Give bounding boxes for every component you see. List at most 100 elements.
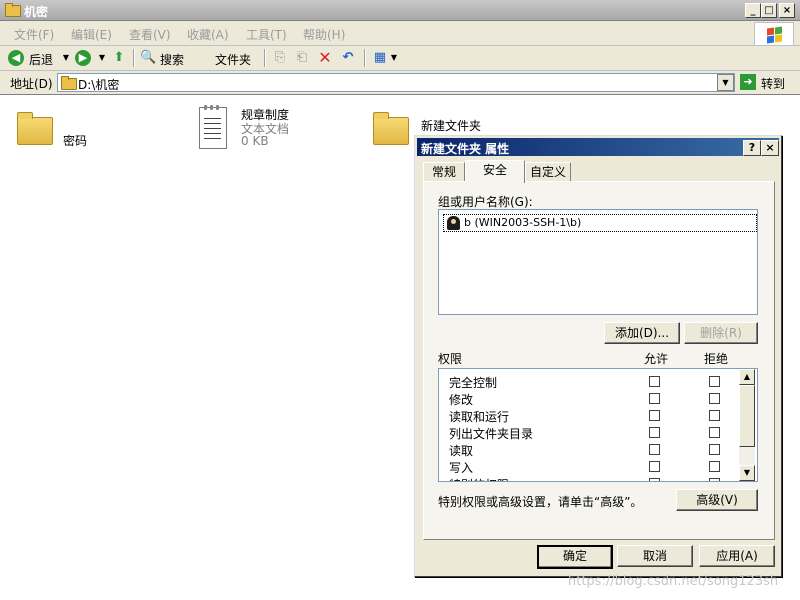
allow-checkbox[interactable]	[649, 427, 660, 438]
permission-row: 读取	[439, 441, 739, 458]
deny-checkbox[interactable]	[709, 444, 720, 455]
deny-checkbox[interactable]	[709, 461, 720, 472]
file-size: 0 KB	[241, 134, 269, 148]
permission-label: 读取和运行	[449, 410, 510, 424]
address-value: D:\机密	[78, 78, 120, 92]
allow-checkbox[interactable]	[649, 410, 660, 421]
menu-edit[interactable]: 编辑(E)	[71, 26, 112, 43]
scroll-up-icon[interactable]: ▲	[739, 369, 755, 385]
delete-icon[interactable]: ✕	[317, 50, 333, 66]
maximize-button[interactable]: □	[761, 3, 777, 18]
menu-help[interactable]: 帮助(H)	[303, 26, 345, 43]
remove-button[interactable]: 删除(R)	[684, 322, 758, 344]
permission-row: 读取和运行	[439, 407, 739, 424]
search-button-label[interactable]: 搜索	[160, 51, 184, 68]
back-arrow-icon[interactable]: ◀	[8, 50, 24, 66]
allow-checkbox[interactable]	[649, 393, 660, 404]
address-label: 地址(D)	[10, 77, 53, 91]
deny-checkbox[interactable]	[709, 376, 720, 387]
deny-checkbox[interactable]	[709, 410, 720, 421]
folder-icon	[373, 112, 409, 145]
menu-view[interactable]: 查看(V)	[129, 26, 171, 43]
allow-checkbox[interactable]	[649, 461, 660, 472]
go-button-label[interactable]: 转到	[761, 75, 785, 92]
help-icon[interactable]: ?	[743, 140, 761, 156]
properties-dialog: 新建文件夹 属性 ? × 常规 安全 自定义 组或用户名称(G): b (WIN…	[414, 135, 782, 577]
allow-checkbox[interactable]	[649, 444, 660, 455]
add-button[interactable]: 添加(D)...	[604, 322, 680, 344]
menu-bar: 文件(F) 编辑(E) 查看(V) 收藏(A) 工具(T) 帮助(H)	[0, 21, 800, 46]
deny-checkbox[interactable]	[709, 393, 720, 404]
permission-label: 修改	[449, 393, 474, 407]
menu-tools[interactable]: 工具(T)	[246, 26, 287, 43]
address-dropdown-icon[interactable]: ▼	[717, 74, 734, 91]
tab-customize[interactable]: 自定义	[525, 162, 571, 182]
ok-button[interactable]: 确定	[537, 545, 613, 569]
user-icon	[447, 216, 460, 230]
deny-header: 拒绝	[704, 352, 729, 366]
user-list[interactable]: b (WIN2003-SSH-1\b)	[438, 209, 758, 315]
list-item[interactable]: b (WIN2003-SSH-1\b)	[443, 214, 757, 232]
user-name: b (WIN2003-SSH-1\b)	[464, 216, 582, 229]
minimize-button[interactable]: _	[745, 3, 761, 18]
permissions-list: 完全控制修改读取和运行列出文件夹目录读取写入特别的权限 ▲ ▼	[438, 368, 758, 482]
permission-label: 读取	[449, 444, 474, 458]
folder-icon	[5, 3, 21, 17]
forward-arrow-icon[interactable]: ▶	[75, 50, 91, 66]
forward-dropdown-icon[interactable]: ▼	[94, 50, 110, 66]
text-document-icon	[199, 105, 227, 149]
up-folder-icon[interactable]: ⬆	[111, 50, 127, 66]
menu-file[interactable]: 文件(F)	[14, 26, 54, 43]
allow-checkbox[interactable]	[649, 376, 660, 387]
search-icon[interactable]: 🔍	[140, 50, 156, 66]
apply-button[interactable]: 应用(A)	[699, 545, 775, 567]
back-button-label[interactable]: 后退	[29, 51, 53, 68]
permission-row: 列出文件夹目录	[439, 424, 739, 441]
move-to-icon[interactable]: ⎘	[272, 50, 288, 66]
menu-favorites[interactable]: 收藏(A)	[187, 26, 229, 43]
toolbar-separator	[264, 49, 266, 67]
toolbar-separator	[133, 49, 135, 67]
allow-checkbox[interactable]	[649, 478, 660, 481]
folder-icon	[61, 76, 77, 90]
undo-icon[interactable]: ↶	[340, 50, 356, 66]
go-arrow-icon[interactable]: ➜	[740, 74, 756, 90]
allow-header: 允许	[644, 352, 669, 366]
folder-icon	[17, 112, 53, 145]
scroll-down-icon[interactable]: ▼	[739, 465, 755, 481]
address-input[interactable]: D:\机密 ▼	[57, 73, 735, 92]
copy-to-icon[interactable]: ⎗	[294, 50, 310, 66]
back-dropdown-icon[interactable]: ▼	[58, 50, 74, 66]
file-name: 新建文件夹	[420, 117, 483, 134]
permission-row: 写入	[439, 458, 739, 475]
file-item-text[interactable]: 规章制度 文本文档 0 KB	[195, 103, 335, 153]
permissions-scrollbar[interactable]: ▲ ▼	[739, 369, 755, 481]
dialog-close-icon[interactable]: ×	[761, 140, 779, 156]
address-bar: 地址(D) D:\机密 ▼ ➜ 转到	[0, 71, 800, 95]
permission-row: 特别的权限	[439, 475, 739, 481]
advanced-button[interactable]: 高级(V)	[676, 489, 758, 511]
tab-general[interactable]: 常规	[423, 162, 465, 182]
toolbar: ◀ 后退 ▼ ▶ ▼ ⬆ 🔍 搜索 文件夹 ⎘ ⎗ ✕ ↶ ▦ ▼	[0, 46, 800, 110]
folders-button-label[interactable]: 文件夹	[215, 51, 251, 68]
permission-label: 完全控制	[449, 376, 498, 390]
windows-logo-icon	[754, 22, 794, 46]
permission-label: 列出文件夹目录	[449, 427, 534, 441]
permission-row: 完全控制	[439, 373, 739, 390]
permissions-header: 权限	[438, 352, 463, 366]
cancel-button[interactable]: 取消	[617, 545, 693, 567]
dialog-titlebar[interactable]: 新建文件夹 属性 ? ×	[417, 138, 779, 156]
permission-label: 写入	[449, 461, 474, 475]
dialog-title: 新建文件夹 属性	[421, 142, 510, 156]
permission-label: 特别的权限	[449, 476, 509, 481]
security-tab-panel: 组或用户名称(G): b (WIN2003-SSH-1\b) 添加(D)... …	[423, 181, 775, 540]
file-item-folder[interactable]: 密码	[16, 109, 126, 159]
scroll-thumb[interactable]	[739, 385, 755, 447]
deny-checkbox[interactable]	[709, 427, 720, 438]
close-button[interactable]: ×	[779, 3, 795, 18]
views-dropdown-icon[interactable]: ▼	[386, 50, 402, 66]
deny-checkbox[interactable]	[709, 478, 720, 481]
window-titlebar[interactable]: 机密 _ □ ×	[0, 0, 800, 21]
tab-security[interactable]: 安全	[465, 160, 525, 183]
toolbar-separator	[364, 49, 366, 67]
